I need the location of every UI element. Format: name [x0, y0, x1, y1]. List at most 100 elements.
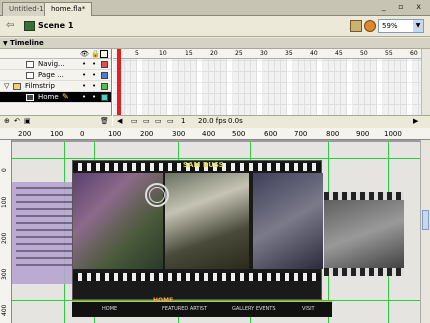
frame-rate: 20.0 fps: [198, 117, 227, 125]
edit-multiple-frames-icon[interactable]: ▭: [155, 117, 162, 125]
elapsed-time: 0.0s: [228, 117, 243, 125]
layer-color-swatch[interactable]: [101, 83, 108, 90]
window-controls[interactable]: _ ▫ x: [382, 2, 426, 11]
film-perforations: [324, 192, 404, 200]
visibility-dot[interactable]: •: [82, 93, 86, 101]
insert-layer-icon[interactable]: ⊕: [4, 117, 10, 125]
lock-dot[interactable]: •: [92, 71, 96, 79]
layer-row-filmstrip-folder[interactable]: ▽ Filmstrip • •: [0, 81, 111, 92]
film-photo: [165, 173, 249, 269]
frame-number: 55: [385, 50, 393, 57]
brand-text: SAM BUSS: [183, 161, 224, 169]
edit-bar: ⇦ Scene 1 59% ▼: [0, 16, 430, 37]
outline-icon[interactable]: [100, 50, 108, 58]
layer-name: Page ...: [38, 71, 64, 79]
ruler-label: 200: [18, 130, 32, 138]
layer-list: 👁 🔒 Navig... • • Page ... • • ▽ Filmstri…: [0, 49, 112, 126]
nav-gallery-events[interactable]: GALLERY EVENTS: [232, 306, 276, 312]
scene-icon: [24, 21, 35, 31]
layer-color-swatch[interactable]: [101, 72, 108, 79]
ruler-label: 100: [1, 196, 8, 208]
ruler-label: 400: [202, 130, 216, 138]
edit-symbols-icon[interactable]: [364, 20, 376, 32]
frame-area[interactable]: 1 5 10 15 20 25 30 35 40 45 50 55 60: [113, 49, 430, 115]
site-nav-bar[interactable]: HOME FEATURED ARTIST GALLERY EVENTS VISI…: [72, 301, 332, 317]
ruler-label: 300: [1, 268, 8, 280]
insert-folder-icon[interactable]: ▣: [24, 117, 31, 125]
visibility-dot[interactable]: •: [82, 71, 86, 79]
frame-number: 15: [185, 50, 193, 57]
layer-row-page[interactable]: Page ... • •: [0, 70, 111, 81]
lock-dot[interactable]: •: [92, 60, 96, 68]
timeline-header[interactable]: ▼ Timeline: [0, 38, 430, 49]
frame-number: 20: [210, 50, 218, 57]
vertical-ruler[interactable]: 0 100 200 300 400: [0, 140, 12, 323]
layer-color-swatch[interactable]: [101, 61, 108, 68]
timeline-scrollbar[interactable]: [421, 49, 430, 115]
zoom-select[interactable]: 59% ▼: [378, 19, 424, 33]
lock-icon[interactable]: 🔒: [91, 50, 100, 58]
filmstrip[interactable]: SAM BUSS HOME: [72, 160, 323, 304]
horizontal-ruler[interactable]: 200 100 0 100 200 300 400 500 600 700 80…: [0, 128, 430, 140]
visibility-dot[interactable]: •: [82, 60, 86, 68]
film-perforations: [324, 268, 404, 276]
add-guide-layer-icon[interactable]: ↶: [14, 117, 20, 125]
layer-row-home[interactable]: Home ✎ • •: [0, 92, 111, 103]
scroll-thumb[interactable]: [422, 210, 429, 230]
back-arrow-icon[interactable]: ⇦: [6, 20, 14, 31]
onion-skin-icon[interactable]: ▭: [131, 117, 138, 125]
nav-visit[interactable]: VISIT: [302, 306, 315, 312]
filmstrip-offstage[interactable]: [324, 192, 404, 276]
timeline-status-bar: ◀ ▭ ▭ ▭ ▭ 1 20.0 fps 0.0s ▶: [113, 115, 430, 126]
trash-icon[interactable]: 🗑: [100, 117, 109, 125]
current-frame: 1: [181, 117, 186, 125]
document-tabbar: Untitled-1 home.fla* _ ▫ x: [0, 0, 430, 16]
layer-name: Home: [38, 93, 59, 101]
nav-featured-artist[interactable]: FEATURED ARTIST: [162, 306, 207, 312]
scene-label[interactable]: Scene 1: [38, 21, 73, 30]
frame-number: 35: [285, 50, 293, 57]
stage-canvas[interactable]: SAM BUSS HOME HOME FEATURED ARTIST GALLE…: [12, 142, 420, 323]
timeline-title: Timeline: [10, 39, 44, 47]
registration-circle-inner: [149, 187, 165, 203]
ruler-label: 700: [294, 130, 308, 138]
frame-number: 5: [135, 50, 139, 57]
show-hide-eye-icon[interactable]: 👁: [80, 50, 89, 58]
nav-home[interactable]: HOME: [102, 306, 117, 312]
layer-icon: [26, 94, 34, 101]
ruler-label: 1000: [384, 130, 402, 138]
ruler-label: 100: [108, 130, 122, 138]
frame-number: 50: [360, 50, 368, 57]
frame-number: 40: [310, 50, 318, 57]
ruler-label: 500: [232, 130, 246, 138]
ruler-label: 800: [326, 130, 340, 138]
film-perforations: [73, 273, 321, 281]
zoom-value: 59%: [382, 22, 398, 30]
frame-blocks: [113, 59, 430, 115]
layer-icon: [26, 61, 34, 68]
guide-line[interactable]: [12, 158, 420, 159]
lock-dot[interactable]: •: [92, 82, 96, 90]
layer-row-navigation[interactable]: Navig... • •: [0, 59, 111, 70]
frame-number: 10: [159, 50, 167, 57]
collapse-triangle-icon[interactable]: ▼: [3, 40, 8, 47]
ruler-label: 200: [1, 232, 8, 244]
center-frame-icon[interactable]: ◀: [117, 117, 122, 125]
expand-triangle-icon[interactable]: ▽: [4, 82, 9, 90]
ruler-label: 300: [172, 130, 186, 138]
film-photo: [253, 173, 323, 269]
scroll-right-icon[interactable]: ▶: [413, 117, 418, 125]
modify-onion-markers-icon[interactable]: ▭: [167, 117, 174, 125]
visibility-dot[interactable]: •: [82, 82, 86, 90]
stage-scrollbar[interactable]: [420, 140, 430, 323]
edit-scene-icon[interactable]: [350, 20, 362, 32]
tab-home-fla[interactable]: home.fla*: [44, 2, 93, 16]
onion-outline-icon[interactable]: ▭: [143, 117, 150, 125]
layer-header: 👁 🔒: [0, 49, 111, 59]
chevron-down-icon[interactable]: ▼: [413, 20, 423, 32]
layer-color-swatch[interactable]: [101, 94, 108, 101]
frame-ruler[interactable]: 1 5 10 15 20 25 30 35 40 45 50 55 60: [113, 49, 430, 59]
ruler-label: 400: [1, 304, 8, 316]
playhead[interactable]: [117, 49, 121, 115]
lock-dot[interactable]: •: [92, 93, 96, 101]
